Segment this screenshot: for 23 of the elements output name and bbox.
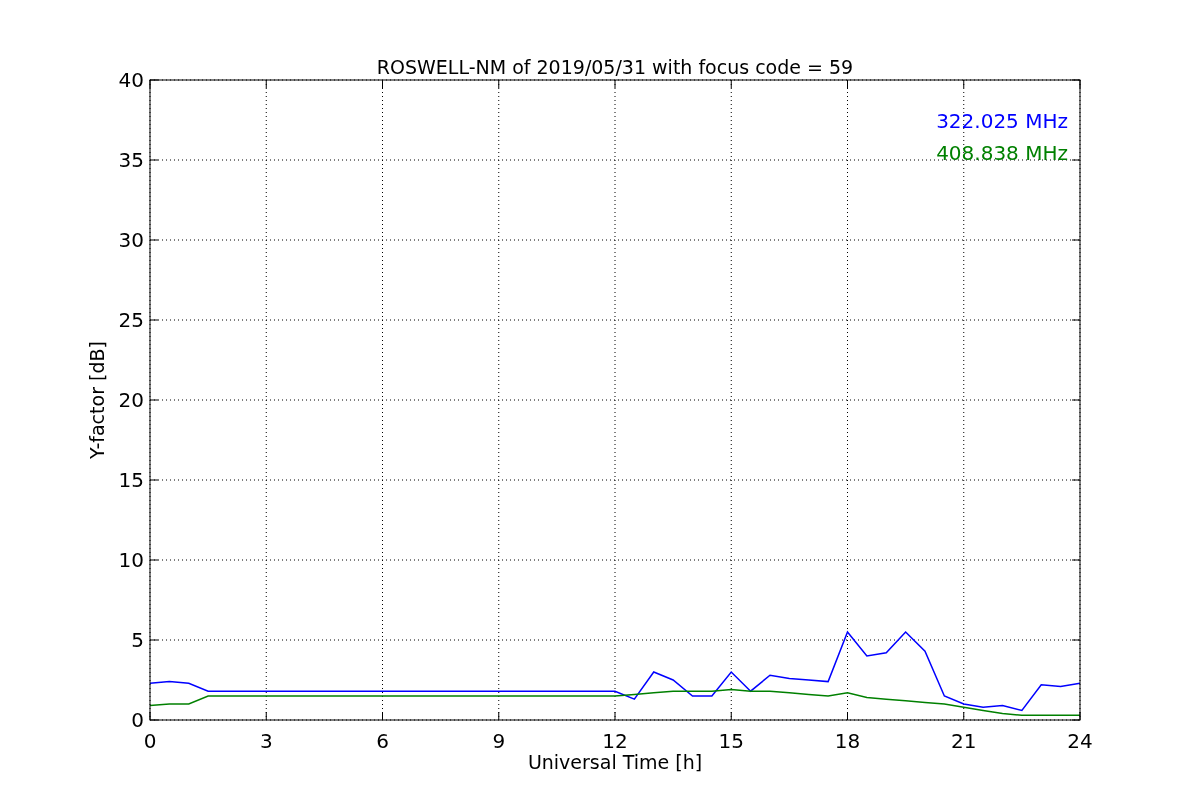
chart-title: ROSWELL-NM of 2019/05/31 with focus code = 59 [376, 56, 854, 78]
x-axis-label: Universal Time [h] [527, 751, 703, 773]
y-tick-label: 30 [118, 228, 144, 252]
legend-label: 408.838 MHz [936, 141, 1068, 165]
y-tick-label: 5 [131, 628, 144, 652]
y-tick-label: 10 [118, 548, 144, 572]
y-tick-label: 0 [131, 708, 144, 732]
y-tick-label: 20 [118, 388, 144, 412]
y-axis-label: Y-factor [dB] [86, 341, 108, 459]
x-tick-label: 24 [1067, 729, 1093, 753]
y-tick-label: 25 [118, 308, 144, 332]
x-tick-label: 3 [259, 729, 273, 753]
x-tick-label: 15 [718, 729, 744, 753]
legend-label: 322.025 MHz [936, 109, 1068, 133]
x-tick-label: 18 [834, 729, 861, 753]
x-tick-label: 9 [492, 729, 506, 753]
y-tick-label: 40 [118, 68, 144, 92]
x-tick-label: 21 [951, 729, 977, 753]
y-tick-label: 35 [118, 148, 144, 172]
x-tick-label: 6 [376, 729, 389, 753]
x-tick-label: 12 [602, 729, 628, 753]
y-tick-label: 15 [118, 468, 144, 492]
x-tick-label: 0 [143, 729, 157, 753]
